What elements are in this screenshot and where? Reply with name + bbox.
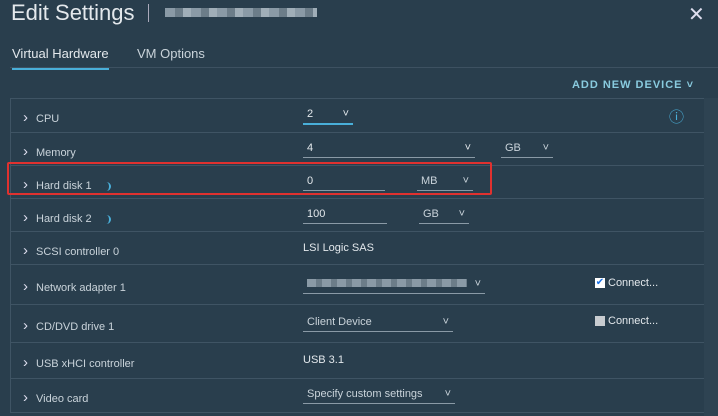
row-cd-dvd-drive[interactable]: CD/DVD drive 1 Client Device ˅ Connect... xyxy=(11,305,704,343)
cd-dvd-value: Client Device xyxy=(307,316,372,328)
memory-unit-select[interactable]: GB ˅ xyxy=(501,142,553,158)
memory-input[interactable]: 4 ˅ xyxy=(303,142,475,158)
row-label[interactable]: USB xHCI controller xyxy=(23,354,134,371)
row-label[interactable]: Video card xyxy=(23,389,88,406)
close-icon[interactable]: ✕ xyxy=(688,2,705,27)
row-scsi-controller[interactable]: SCSI controller 0 LSI Logic SAS xyxy=(11,232,704,265)
highlight-box xyxy=(7,162,492,195)
chevron-down-icon: ˅ xyxy=(464,142,471,154)
connect-label: Connect... xyxy=(608,315,659,327)
label-text: Hard disk 2 xyxy=(36,213,92,225)
video-card-select[interactable]: Specify custom settings ˅ xyxy=(303,388,455,404)
hard-disk-2-unit-select[interactable]: GB ˅ xyxy=(419,208,469,224)
cd-connect-checkbox[interactable]: Connect... xyxy=(595,315,658,327)
row-cpu[interactable]: CPU 2˅ ⓘ xyxy=(11,99,704,133)
hardware-table: CPU 2˅ ⓘ Memory 4˅ GB˅ Hard disk 1 0 MB˅… xyxy=(10,98,705,413)
checkbox-unchecked-icon xyxy=(595,316,605,327)
chevron-down-icon: ˅ xyxy=(542,142,549,154)
unit-value: GB xyxy=(423,208,439,220)
row-label[interactable]: CPU xyxy=(23,109,59,126)
network-connect-checkbox[interactable]: ✔ Connect... xyxy=(595,277,658,289)
row-label[interactable]: Network adapter 1 xyxy=(23,278,126,295)
usb-version: USB 3.1 xyxy=(303,354,344,366)
row-usb-controller[interactable]: USB xHCI controller USB 3.1 xyxy=(11,343,704,379)
row-label[interactable]: Hard disk 2 xyxy=(23,209,111,226)
row-video-card[interactable]: Video card Specify custom settings ˅ xyxy=(11,379,704,413)
row-network-adapter[interactable]: Network adapter 1 ˅ ✔Connect... xyxy=(11,265,704,305)
scrollbar[interactable] xyxy=(704,98,718,416)
title-divider xyxy=(148,4,149,22)
video-card-value: Specify custom settings xyxy=(307,388,423,400)
checkbox-checked-icon: ✔ xyxy=(595,277,605,289)
cpu-select[interactable]: 2 ˅ xyxy=(303,108,353,125)
tab-vm-options[interactable]: VM Options xyxy=(137,46,205,61)
row-label[interactable]: SCSI controller 0 xyxy=(23,242,119,259)
unit-value: GB xyxy=(505,142,521,154)
cd-dvd-select[interactable]: Client Device ˅ xyxy=(303,316,453,332)
chevron-down-icon: ˅ xyxy=(474,278,481,290)
hard-disk-2-size-input[interactable]: 100 xyxy=(303,208,387,224)
connect-label: Connect... xyxy=(608,277,659,289)
add-new-device-button[interactable]: ADD NEW DEVICE ˅ xyxy=(572,79,694,91)
loading-spinner-icon xyxy=(102,214,111,224)
size-value: 100 xyxy=(307,208,326,220)
chevron-down-icon: ˅ xyxy=(458,208,465,220)
tab-divider xyxy=(10,67,718,68)
dialog-title: Edit Settings xyxy=(11,0,135,25)
row-hard-disk-2[interactable]: Hard disk 2 100 GB ˅ xyxy=(11,199,704,232)
vm-name-redacted xyxy=(165,8,317,17)
chevron-down-icon: ˅ xyxy=(442,316,449,328)
chevron-down-icon: ˅ xyxy=(444,388,451,400)
network-name-redacted xyxy=(307,279,467,287)
memory-value: 4 xyxy=(307,142,314,154)
info-icon[interactable]: ⓘ xyxy=(669,106,684,127)
row-label[interactable]: Memory xyxy=(23,143,76,160)
chevron-down-icon: ˅ xyxy=(342,108,349,120)
cpu-value: 2 xyxy=(307,108,314,120)
network-select[interactable]: ˅ xyxy=(303,278,485,294)
scsi-type: LSI Logic SAS xyxy=(303,242,374,254)
row-label[interactable]: CD/DVD drive 1 xyxy=(23,317,114,334)
